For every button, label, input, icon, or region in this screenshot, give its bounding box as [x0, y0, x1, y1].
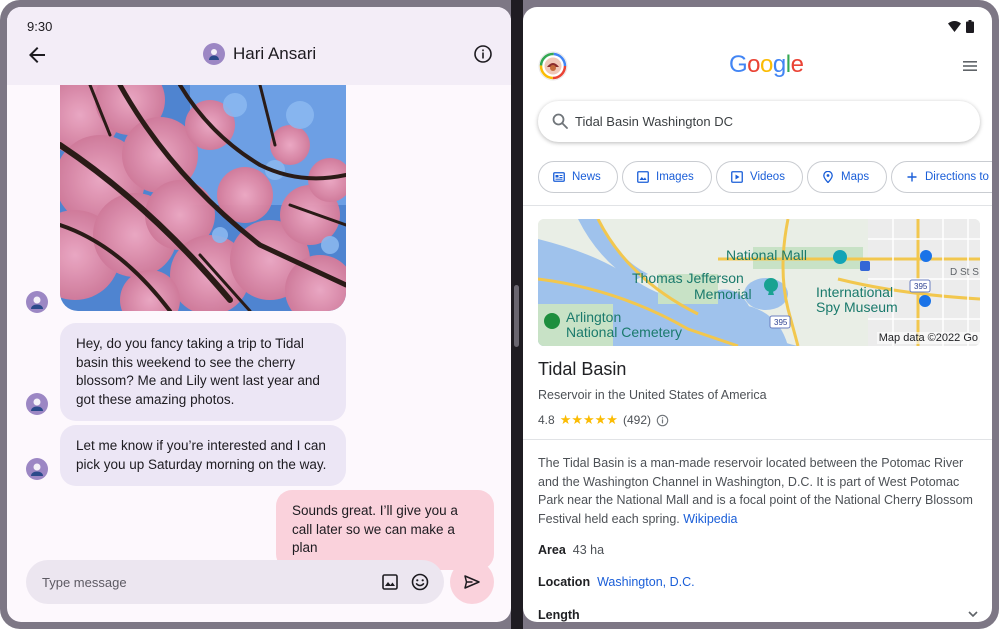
image-attach-icon[interactable] — [380, 572, 400, 592]
wikipedia-link[interactable]: Wikipedia — [683, 512, 737, 526]
photo-image — [60, 85, 346, 311]
chip-maps[interactable]: Maps — [807, 161, 887, 193]
logo-letter-g1: G — [729, 51, 748, 78]
info-icon[interactable] — [656, 414, 669, 427]
fact-length[interactable]: Length — [538, 608, 580, 622]
logo-letter-o2: o — [760, 51, 773, 78]
map-label: Arlington — [566, 309, 621, 325]
chip-label: Videos — [750, 171, 785, 183]
plus-icon — [907, 172, 917, 182]
divider — [523, 205, 992, 206]
rating-row: 4.8 ★★★★★ (492) — [538, 412, 669, 428]
avatar — [203, 43, 225, 65]
map-preview[interactable]: National Mall Thomas Jefferson Memorial … — [538, 219, 980, 346]
fact-area: Area 43 ha — [538, 543, 604, 557]
rating-stars: ★★★★★ — [559, 412, 618, 427]
rating-value: 4.8 — [538, 413, 555, 427]
description-text: The Tidal Basin is a man-made reservoir … — [538, 456, 973, 526]
sender-avatar — [26, 291, 48, 313]
map-label: D St S — [950, 267, 979, 278]
wifi-icon — [948, 21, 961, 32]
person-icon — [209, 49, 219, 60]
status-time: 9:30 — [27, 19, 53, 34]
contact-name: Hari Ansari — [233, 44, 317, 63]
place-subtitle: Reservoir in the United States of Americ… — [538, 388, 767, 402]
sender-avatar — [26, 393, 48, 415]
highway-badge: 395 — [774, 318, 788, 327]
info-icon[interactable] — [472, 43, 494, 65]
image-icon — [637, 171, 649, 183]
map-credit: Map data ©2022 Go — [876, 332, 980, 344]
map-label: International — [816, 284, 893, 300]
message-input[interactable] — [42, 560, 362, 604]
map-label: Thomas Jefferson — [632, 270, 744, 286]
send-icon — [464, 575, 480, 589]
messages-app: 9:30 Hari Ansari Hey, do you fancy takin… — [7, 7, 511, 622]
highway-badge: 395 — [914, 282, 928, 291]
chat-header: 9:30 Hari Ansari — [7, 7, 511, 85]
map-label: National Cemetery — [566, 324, 682, 340]
split-drag-handle[interactable] — [514, 285, 519, 347]
send-button[interactable] — [450, 560, 494, 604]
account-avatar[interactable] — [538, 51, 568, 81]
map-image: National Mall Thomas Jefferson Memorial … — [538, 219, 980, 346]
chip-news[interactable]: News — [538, 161, 618, 193]
back-arrow-icon[interactable] — [25, 43, 49, 67]
message-bubble-incoming[interactable]: Hey, do you fancy taking a trip to Tidal… — [60, 323, 346, 421]
map-pin-icon — [823, 171, 833, 183]
review-count[interactable]: (492) — [623, 413, 651, 427]
fact-key: Area — [538, 543, 566, 557]
chip-label: Directions to — [925, 171, 989, 183]
google-logo[interactable]: Google — [729, 51, 804, 79]
hamburger-menu-icon[interactable] — [961, 57, 979, 75]
place-description: The Tidal Basin is a man-made reservoir … — [538, 454, 978, 528]
battery-icon — [966, 20, 974, 33]
video-icon — [731, 171, 743, 183]
fact-key: Location — [538, 575, 591, 589]
chat-thread: Hey, do you fancy taking a trip to Tidal… — [7, 85, 511, 622]
logo-letter-g2: g — [772, 51, 786, 78]
emoji-icon[interactable] — [410, 572, 430, 592]
chip-label: News — [572, 171, 601, 183]
search-icon — [552, 113, 568, 129]
chevron-down-icon[interactable] — [966, 607, 980, 621]
sender-avatar — [26, 458, 48, 480]
message-composer — [26, 560, 444, 604]
message-bubble-outgoing[interactable]: Sounds great. I’ll give you a call later… — [276, 490, 494, 570]
search-box — [538, 101, 980, 142]
chip-images[interactable]: Images — [622, 161, 712, 193]
chat-title[interactable]: Hari Ansari — [203, 42, 316, 66]
place-title: Tidal Basin — [538, 359, 627, 379]
cherry-blossom-photo[interactable] — [60, 85, 346, 311]
news-icon — [553, 172, 565, 182]
fact-value-link[interactable]: Washington, D.C. — [597, 575, 695, 589]
chip-label: Images — [656, 171, 694, 183]
logo-letter-e: e — [790, 51, 804, 78]
map-label: Spy Museum — [816, 299, 898, 315]
chip-label: Maps — [841, 171, 870, 183]
status-icons — [948, 20, 974, 33]
fact-value: 43 ha — [572, 543, 605, 557]
chip-directions[interactable]: Directions to — [891, 161, 992, 193]
google-search-app: Google News Image — [523, 7, 992, 622]
fact-location: Location Washington, D.C. — [538, 575, 695, 589]
logo-letter-o1: o — [747, 51, 761, 78]
chip-videos[interactable]: Videos — [716, 161, 803, 193]
fact-key: Length — [538, 608, 580, 622]
message-bubble-incoming[interactable]: Let me know if you’re interested and I c… — [60, 425, 346, 486]
map-label: National Mall — [726, 247, 807, 263]
search-input[interactable] — [575, 101, 965, 142]
divider — [523, 439, 992, 440]
map-label: Memorial — [694, 286, 752, 302]
